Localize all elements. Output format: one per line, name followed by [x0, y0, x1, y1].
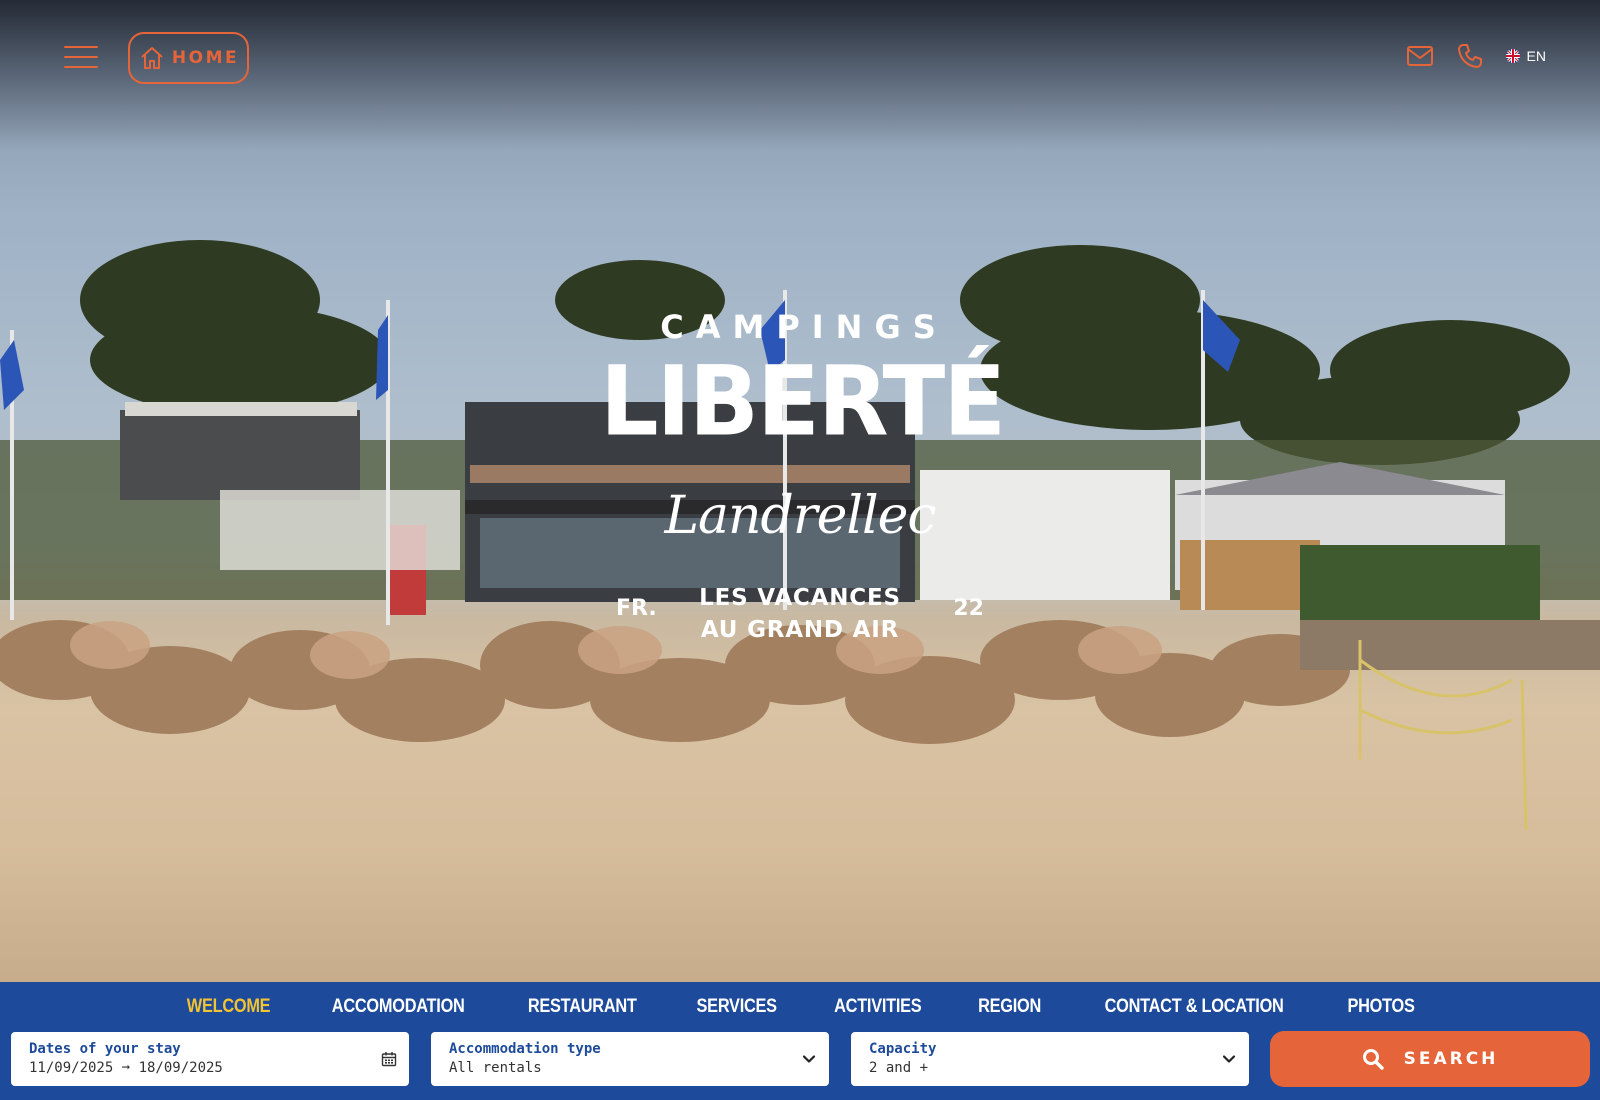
- language-label: EN: [1526, 48, 1546, 64]
- logo-tagline-line-1: LES VACANCES: [699, 585, 901, 611]
- search-icon: [1362, 1049, 1384, 1070]
- search-label: SEARCH: [1403, 1049, 1499, 1069]
- logo-tagline: LES VACANCES AU GRAND AIR: [680, 582, 920, 646]
- booking-bar: WELCOME ACCOMODATION RESTAURANT SERVICES…: [0, 982, 1600, 1100]
- dates-field[interactable]: Dates of your stay 11/09/2025 ➞ 18/09/20…: [11, 1032, 409, 1086]
- nav-item-accomodation[interactable]: ACCOMODATION: [332, 996, 465, 1018]
- nav-item-services[interactable]: SERVICES: [696, 996, 777, 1018]
- capacity-value: 2 and +: [869, 1060, 929, 1076]
- phone-icon[interactable]: [1456, 42, 1484, 70]
- accommodation-type-value: All rentals: [449, 1060, 542, 1076]
- campings-liberte-logo: CAMPINGS LIBERTÉ Landrellec FR. LES VACA…: [600, 308, 1006, 648]
- envelope-icon[interactable]: [1406, 42, 1434, 70]
- logo-right-mark: 22: [953, 596, 984, 621]
- house-icon: [141, 47, 163, 69]
- logo-script-word: Landrellec: [664, 486, 936, 546]
- language-switcher[interactable]: EN: [1505, 48, 1546, 64]
- home-button[interactable]: HOME: [128, 32, 249, 84]
- accommodation-type-label: Accommodation type: [449, 1041, 601, 1057]
- nav-item-photos[interactable]: PHOTOS: [1347, 996, 1414, 1018]
- capacity-label: Capacity: [869, 1041, 937, 1057]
- uk-flag-icon: [1505, 49, 1520, 63]
- logo-left-mark: FR.: [616, 596, 657, 621]
- chevron-down-icon[interactable]: [1221, 1051, 1237, 1067]
- logo-top-line: CAMPINGS: [660, 308, 948, 346]
- nav-item-region[interactable]: REGION: [978, 996, 1041, 1018]
- dates-label: Dates of your stay: [29, 1041, 181, 1057]
- accommodation-type-select[interactable]: Accommodation type All rentals: [431, 1032, 829, 1086]
- capacity-select[interactable]: Capacity 2 and +: [851, 1032, 1249, 1086]
- logo-main-word: LIBERTÉ: [600, 345, 1006, 458]
- logo-tagline-line-2: AU GRAND AIR: [700, 617, 900, 643]
- calendar-icon[interactable]: [381, 1051, 397, 1067]
- search-button[interactable]: SEARCH: [1270, 1031, 1590, 1087]
- nav-item-contact-location[interactable]: CONTACT & LOCATION: [1104, 996, 1283, 1018]
- main-nav: WELCOME ACCOMODATION RESTAURANT SERVICES…: [0, 996, 1600, 1018]
- header-actions: EN: [1406, 42, 1546, 70]
- hamburger-menu-icon[interactable]: [64, 44, 98, 70]
- nav-item-welcome[interactable]: WELCOME: [187, 996, 271, 1018]
- nav-item-activities[interactable]: ACTIVITIES: [834, 996, 922, 1018]
- chevron-down-icon[interactable]: [801, 1051, 817, 1067]
- home-label: HOME: [171, 48, 240, 68]
- dates-value: 11/09/2025 ➞ 18/09/2025: [29, 1060, 223, 1076]
- nav-item-restaurant[interactable]: RESTAURANT: [528, 996, 637, 1018]
